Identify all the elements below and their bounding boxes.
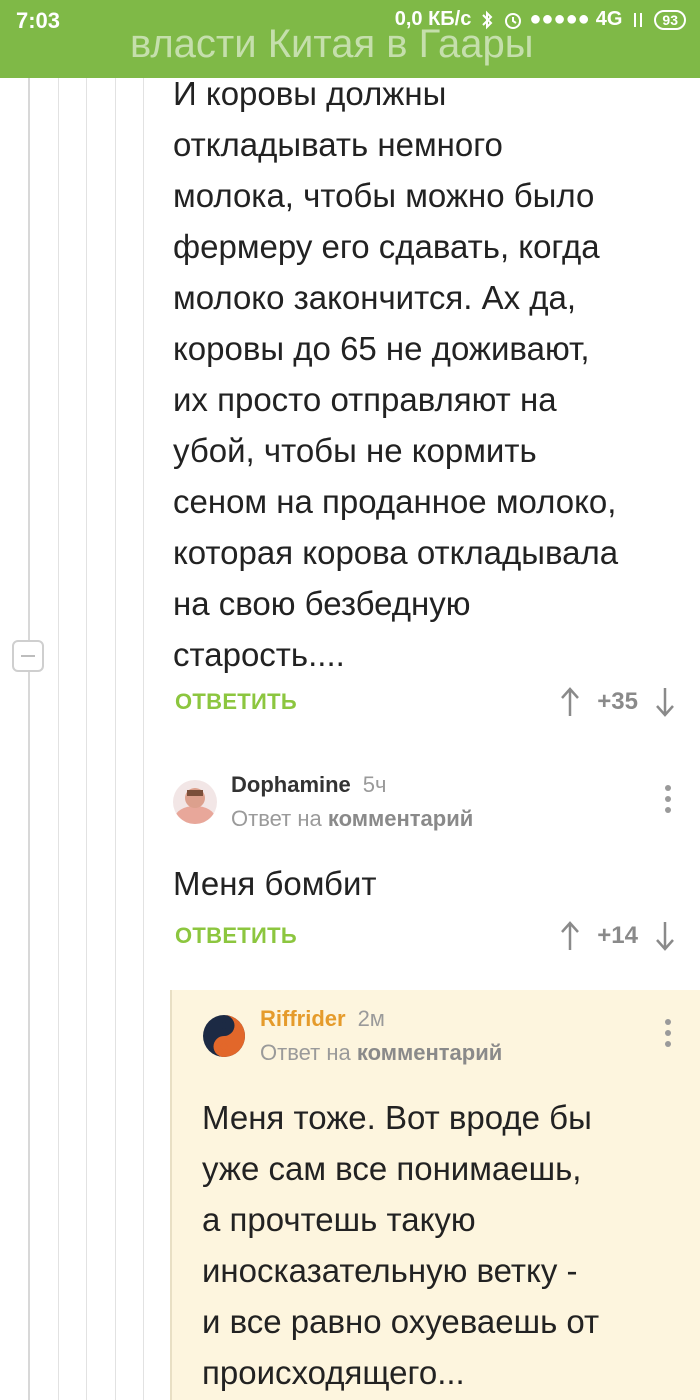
reply-to-line: Ответ на комментарий (260, 1040, 502, 1066)
comment-header: Riffrider 2м Ответ на комментарий (202, 1006, 676, 1076)
upvote-arrow-icon[interactable] (559, 686, 581, 718)
downvote-arrow-icon[interactable] (654, 686, 676, 718)
comment-actions: ОТВЕТИТЬ +35 (175, 682, 676, 722)
comment-time: 5ч (362, 772, 387, 797)
status-bar: власти Китая в Гаары 7:03 0,0 КБ/с ●●●●●… (0, 0, 700, 78)
comment-text: Меня бомбит (173, 865, 377, 902)
username[interactable]: Dophamine 5ч (231, 772, 387, 798)
bluetooth-icon (482, 10, 493, 29)
comment-header: Dophamine 5ч Ответ на комментарий (173, 772, 676, 842)
network-type: 4G (595, 8, 623, 30)
reply-button[interactable]: ОТВЕТИТЬ (175, 689, 297, 715)
comment-text: И коровы должны откладывать немного моло… (173, 75, 619, 673)
reply-prefix: Ответ на (260, 1040, 351, 1065)
vote-block: +35 (559, 686, 676, 718)
comment-score: +35 (597, 688, 638, 715)
downvote-arrow-icon[interactable] (654, 920, 676, 952)
thread-line (58, 78, 59, 1400)
user-avatar-image (173, 780, 217, 824)
avatar[interactable] (173, 780, 217, 824)
comment-actions: ОТВЕТИТЬ +14 (175, 916, 676, 956)
battery-indicator: 93 (654, 9, 686, 30)
data-transfer-icon (634, 12, 643, 27)
username-text[interactable]: Riffrider (260, 1006, 346, 1031)
upvote-arrow-icon[interactable] (559, 920, 581, 952)
username-text[interactable]: Dophamine (231, 772, 351, 797)
more-options-icon[interactable] (664, 1018, 672, 1048)
reply-target-link[interactable]: комментарий (328, 806, 473, 831)
thread-line (28, 78, 30, 1400)
alarm-icon (505, 12, 522, 29)
user-avatar-image (203, 1015, 245, 1057)
comment-text: Меня тоже. Вот вроде бы уже сам все пони… (202, 1099, 600, 1391)
network-speed: 0,0 КБ/с (394, 8, 472, 30)
comment-score: +14 (597, 922, 638, 949)
signal-dots-icon: ●●●●● (529, 8, 590, 30)
avatar[interactable] (202, 1014, 246, 1058)
reply-prefix: Ответ на (231, 806, 322, 831)
thread-line (86, 78, 87, 1400)
username[interactable]: Riffrider 2м (260, 1006, 385, 1032)
reply-button[interactable]: ОТВЕТИТЬ (175, 923, 297, 949)
status-indicators: 0,0 КБ/с ●●●●● 4G 93 (395, 8, 686, 31)
status-time: 7:03 (16, 8, 61, 33)
comment-time: 2м (357, 1006, 385, 1031)
thread-line (115, 78, 116, 1400)
reply-to-line: Ответ на комментарий (231, 806, 473, 832)
more-options-icon[interactable] (664, 784, 672, 814)
thread-line (143, 78, 144, 1400)
reply-target-link[interactable]: комментарий (357, 1040, 502, 1065)
vote-block: +14 (559, 920, 676, 952)
collapse-thread-button[interactable] (12, 640, 44, 672)
